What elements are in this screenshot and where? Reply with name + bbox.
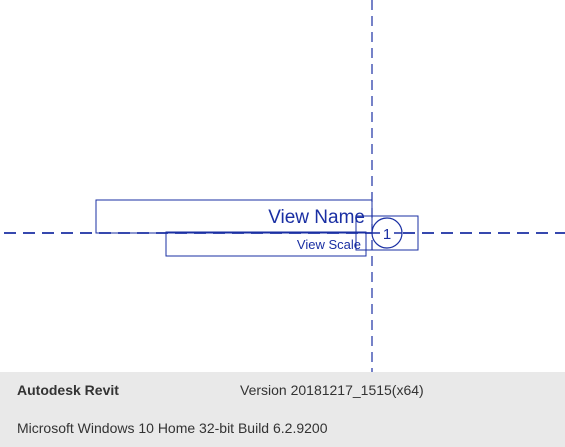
os-info-text: Microsoft Windows 10 Home 32-bit Build 6…: [17, 420, 328, 436]
view-title-drawing: View Name View Scale 1: [4, 0, 565, 372]
detail-number-text[interactable]: 1: [383, 226, 391, 243]
about-info-bar: Autodesk Revit Version 20181217_1515(x64…: [0, 372, 565, 447]
drawing-canvas[interactable]: View Name View Scale 1: [0, 0, 565, 372]
view-name-label[interactable]: View Name: [268, 207, 365, 228]
version-text: Version 20181217_1515(x64): [240, 382, 424, 398]
app-name: Autodesk Revit: [17, 382, 119, 398]
view-scale-label[interactable]: View Scale: [297, 237, 361, 252]
